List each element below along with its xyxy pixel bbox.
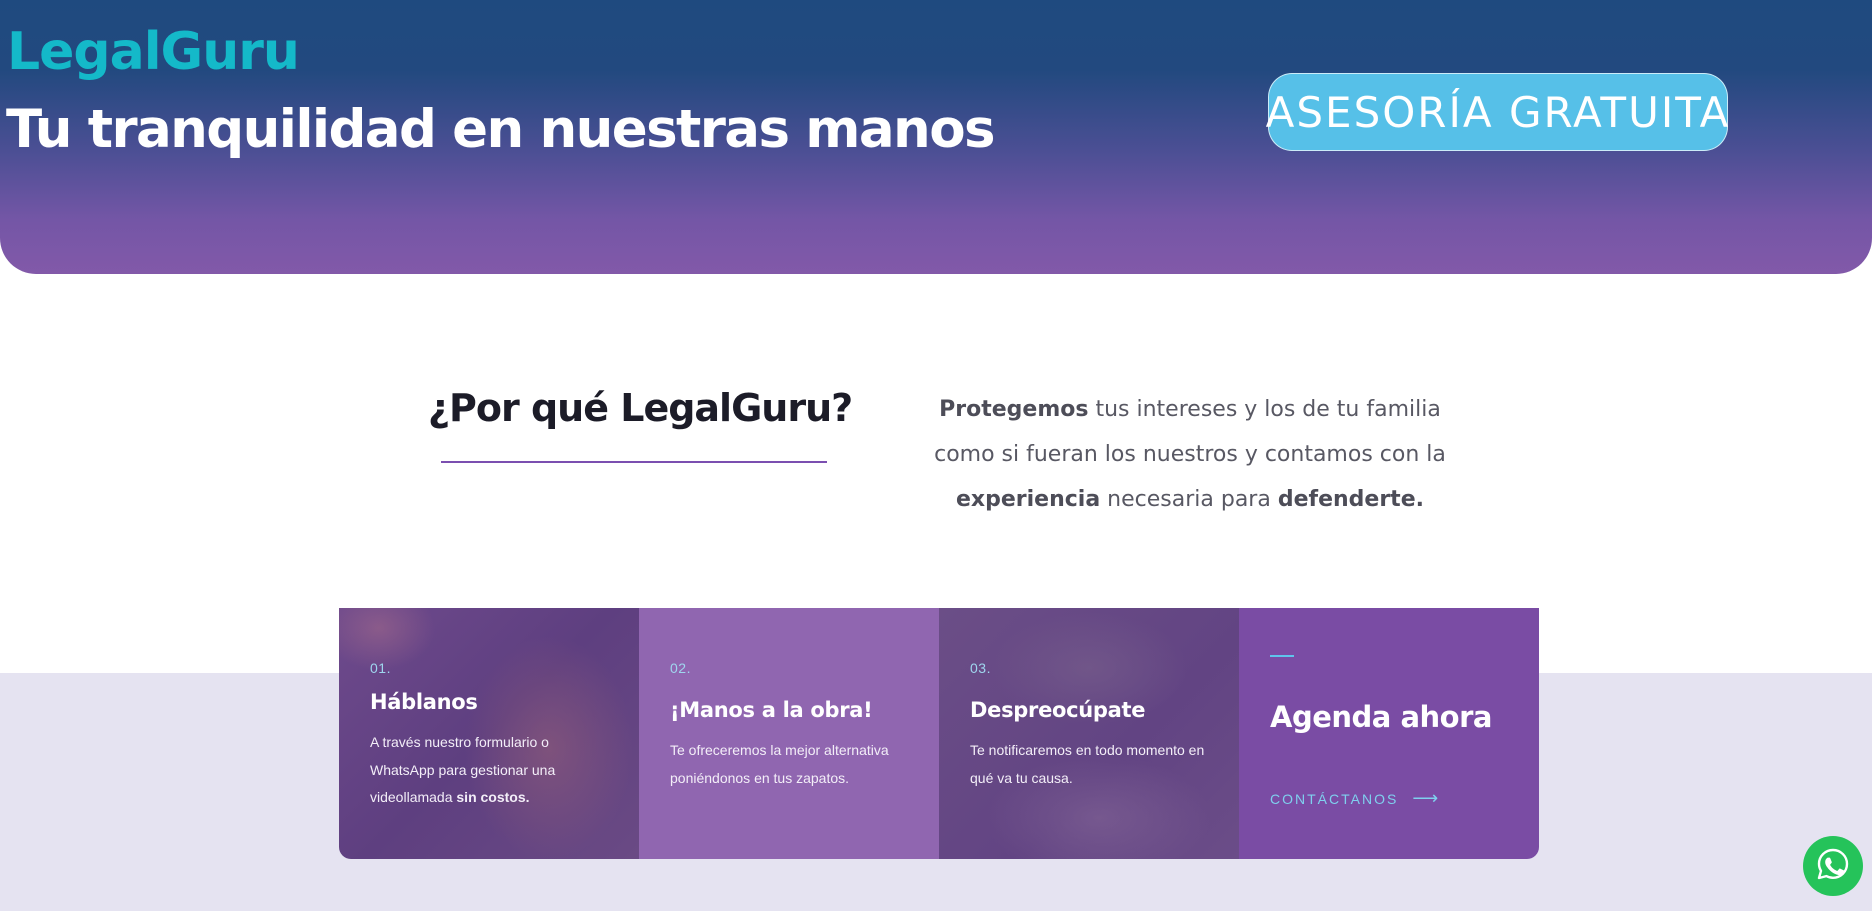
agenda-title: Agenda ahora — [1270, 700, 1492, 734]
step-text: Te notificaremos en todo momento en qué … — [970, 742, 1205, 786]
steps-cards: 01. Háblanos A través nuestro formulario… — [339, 608, 1539, 859]
contact-link-label: CONTÁCTANOS — [1270, 790, 1399, 807]
brand-logo[interactable]: LegalGuru — [7, 26, 300, 78]
hero-title: Tu tranquilidad en nuestras manos — [6, 99, 996, 160]
step-card-1: 01. Háblanos A través nuestro formulario… — [339, 608, 639, 859]
step-card-3: 03. Despreocúpate Te notificaremos en to… — [939, 608, 1239, 859]
accent-dash — [1270, 655, 1294, 657]
step-number: 01. — [370, 660, 391, 676]
step-card-2: 02. ¡Manos a la obra! Te ofreceremos la … — [639, 608, 939, 859]
step-number: 03. — [970, 660, 991, 676]
step-title: Háblanos — [370, 690, 478, 714]
why-text-bold-2: experiencia — [956, 487, 1101, 512]
step-number: 02. — [670, 660, 691, 676]
step-text-bold: sin costos. — [456, 789, 530, 805]
step-title: Despreocúpate — [970, 698, 1146, 722]
why-description: Protegemos tus intereses y los de tu fam… — [920, 387, 1460, 522]
why-title: ¿Por qué LegalGuru? — [428, 386, 853, 430]
why-text-bold-1: Protegemos — [939, 397, 1089, 422]
free-consultation-button[interactable]: ASESORÍA GRATUITA — [1266, 73, 1728, 151]
agenda-card: Agenda ahora CONTÁCTANOS ⟶ — [1239, 608, 1539, 859]
arrow-right-icon: ⟶ — [1412, 788, 1439, 808]
step-text: A través nuestro formulario o WhatsApp p… — [370, 729, 610, 812]
whatsapp-button[interactable] — [1803, 836, 1863, 896]
step-text: Te ofreceremos la mejor alternativa poni… — [670, 742, 889, 786]
why-text-2: necesaria para — [1100, 487, 1278, 512]
title-underline — [441, 461, 827, 463]
step-title: ¡Manos a la obra! — [670, 698, 873, 722]
hero-banner: LegalGuru Tu tranquilidad en nuestras ma… — [0, 0, 1872, 274]
whatsapp-icon — [1815, 846, 1851, 887]
why-text-bold-3: defenderte. — [1277, 487, 1424, 512]
contact-link[interactable]: CONTÁCTANOS ⟶ — [1270, 788, 1438, 809]
